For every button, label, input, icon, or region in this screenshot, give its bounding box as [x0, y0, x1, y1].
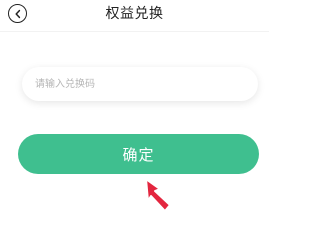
red-annotation-arrow: [145, 178, 171, 212]
redeem-code-input[interactable]: [22, 67, 258, 101]
confirm-button[interactable]: 确定: [18, 134, 259, 174]
redeem-page: 权益兑换 确定: [0, 0, 269, 213]
top-bar: 权益兑换: [0, 0, 269, 32]
redeem-code-field: [22, 67, 258, 101]
page-title: 权益兑换: [105, 6, 164, 22]
